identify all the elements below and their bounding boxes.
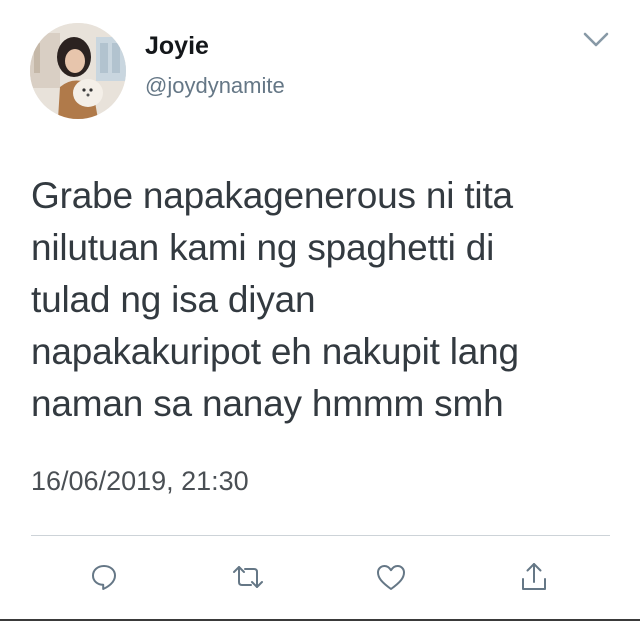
like-button[interactable]	[369, 555, 413, 599]
user-handle[interactable]: @joydynamite	[145, 72, 285, 100]
tweet-timestamp[interactable]: 16/06/2019, 21:30	[31, 464, 249, 498]
tweet-card: Joyie @joydynamite Grabe napakagenerous …	[0, 0, 640, 625]
retweet-icon	[233, 566, 263, 588]
reply-button[interactable]	[82, 555, 126, 599]
divider	[31, 535, 610, 536]
retweet-button[interactable]	[226, 555, 270, 599]
action-bar	[0, 555, 640, 599]
heart-icon	[377, 565, 405, 590]
avatar-photo	[30, 23, 126, 119]
share-button[interactable]	[512, 555, 556, 599]
bottom-border	[0, 619, 640, 621]
avatar[interactable]	[30, 23, 126, 119]
display-name[interactable]: Joyie	[145, 30, 209, 62]
share-icon	[522, 563, 546, 590]
tweet-text: Grabe napakagenerous ni tita nilutuan ka…	[31, 175, 519, 424]
chevron-down-icon[interactable]	[578, 26, 614, 54]
reply-icon	[92, 565, 116, 590]
